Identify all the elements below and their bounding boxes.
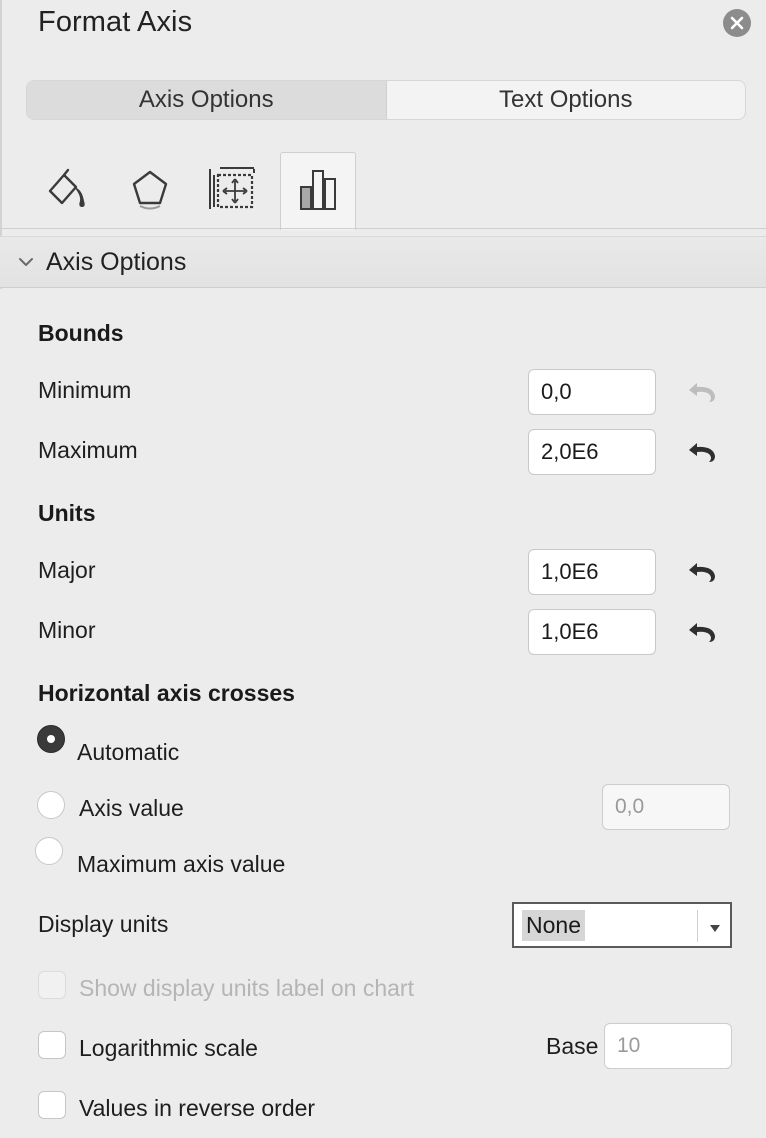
minimum-field[interactable]: 0,0 xyxy=(528,369,656,415)
radio-automatic[interactable] xyxy=(37,725,65,753)
tab-size-properties[interactable] xyxy=(194,154,270,228)
log-scale-checkbox[interactable] xyxy=(38,1031,66,1059)
radio-axis-value[interactable] xyxy=(37,791,65,819)
units-heading: Units xyxy=(38,500,96,526)
axis-options-content: Bounds Minimum 0,0 Maximum 2,0E6 Units M… xyxy=(0,289,766,1138)
reverse-order-checkbox[interactable] xyxy=(38,1091,66,1119)
major-reset-button[interactable] xyxy=(684,561,720,587)
tab-axis-options[interactable]: Axis Options xyxy=(27,81,386,119)
display-units-value: None xyxy=(522,909,585,941)
minor-reset-button[interactable] xyxy=(684,621,720,647)
minimum-reset-button xyxy=(684,381,720,407)
select-divider xyxy=(697,910,698,942)
minimum-label: Minimum xyxy=(38,377,132,403)
log-scale-label: Logarithmic scale xyxy=(79,1035,258,1061)
fill-line-icon xyxy=(44,167,92,216)
show-units-label-checkbox xyxy=(38,971,66,999)
tab-axis-options-icon[interactable] xyxy=(280,152,356,230)
axis-options-section-header[interactable]: Axis Options xyxy=(0,236,766,288)
maximum-field[interactable]: 2,0E6 xyxy=(528,429,656,475)
maximum-label: Maximum xyxy=(38,437,138,463)
axis-value-field[interactable]: 0,0 xyxy=(602,784,730,830)
maximum-reset-button[interactable] xyxy=(684,441,720,467)
log-base-label: Base xyxy=(546,1033,599,1059)
crosses-heading: Horizontal axis crosses xyxy=(38,680,295,706)
radio-maximum-axis-value-label: Maximum axis value xyxy=(77,851,286,877)
axis-options-bar-chart-icon xyxy=(296,165,340,218)
tab-text-options[interactable]: Text Options xyxy=(387,81,746,119)
minor-field[interactable]: 1,0E6 xyxy=(528,609,656,655)
display-units-select[interactable]: None xyxy=(512,902,732,948)
dropdown-arrow-icon xyxy=(709,920,721,938)
radio-automatic-label: Automatic xyxy=(77,739,180,765)
section-title: Axis Options xyxy=(46,247,187,276)
reset-icon xyxy=(685,560,719,589)
format-axis-panel: Format Axis Axis Options Text Options Ax… xyxy=(0,0,766,1138)
effects-pentagon-icon xyxy=(128,167,172,216)
radio-maximum-axis-value[interactable] xyxy=(35,837,63,865)
panel-title: Format Axis xyxy=(38,6,193,38)
major-label: Major xyxy=(38,557,96,583)
close-button[interactable] xyxy=(723,9,751,37)
reverse-order-label: Values in reverse order xyxy=(79,1095,316,1121)
close-icon xyxy=(730,16,744,30)
icon-tab-bar xyxy=(0,150,766,230)
bounds-heading: Bounds xyxy=(38,320,124,346)
major-field[interactable]: 1,0E6 xyxy=(528,549,656,595)
size-properties-icon xyxy=(206,165,258,218)
tab-fill-line[interactable] xyxy=(30,154,106,228)
chevron-down-icon xyxy=(18,253,36,271)
show-units-label-text: Show display units label on chart xyxy=(79,975,414,1001)
minor-label: Minor xyxy=(38,617,96,643)
reset-icon xyxy=(685,380,719,409)
display-units-label: Display units xyxy=(38,911,169,937)
log-base-field[interactable]: 10 xyxy=(604,1023,732,1069)
reset-icon xyxy=(685,440,719,469)
tab-bar-underline xyxy=(0,228,766,229)
reset-icon xyxy=(685,620,719,649)
tab-effects[interactable] xyxy=(112,154,188,228)
options-segmented-control: Axis Options Text Options xyxy=(26,80,746,120)
radio-axis-value-label: Axis value xyxy=(79,795,184,821)
